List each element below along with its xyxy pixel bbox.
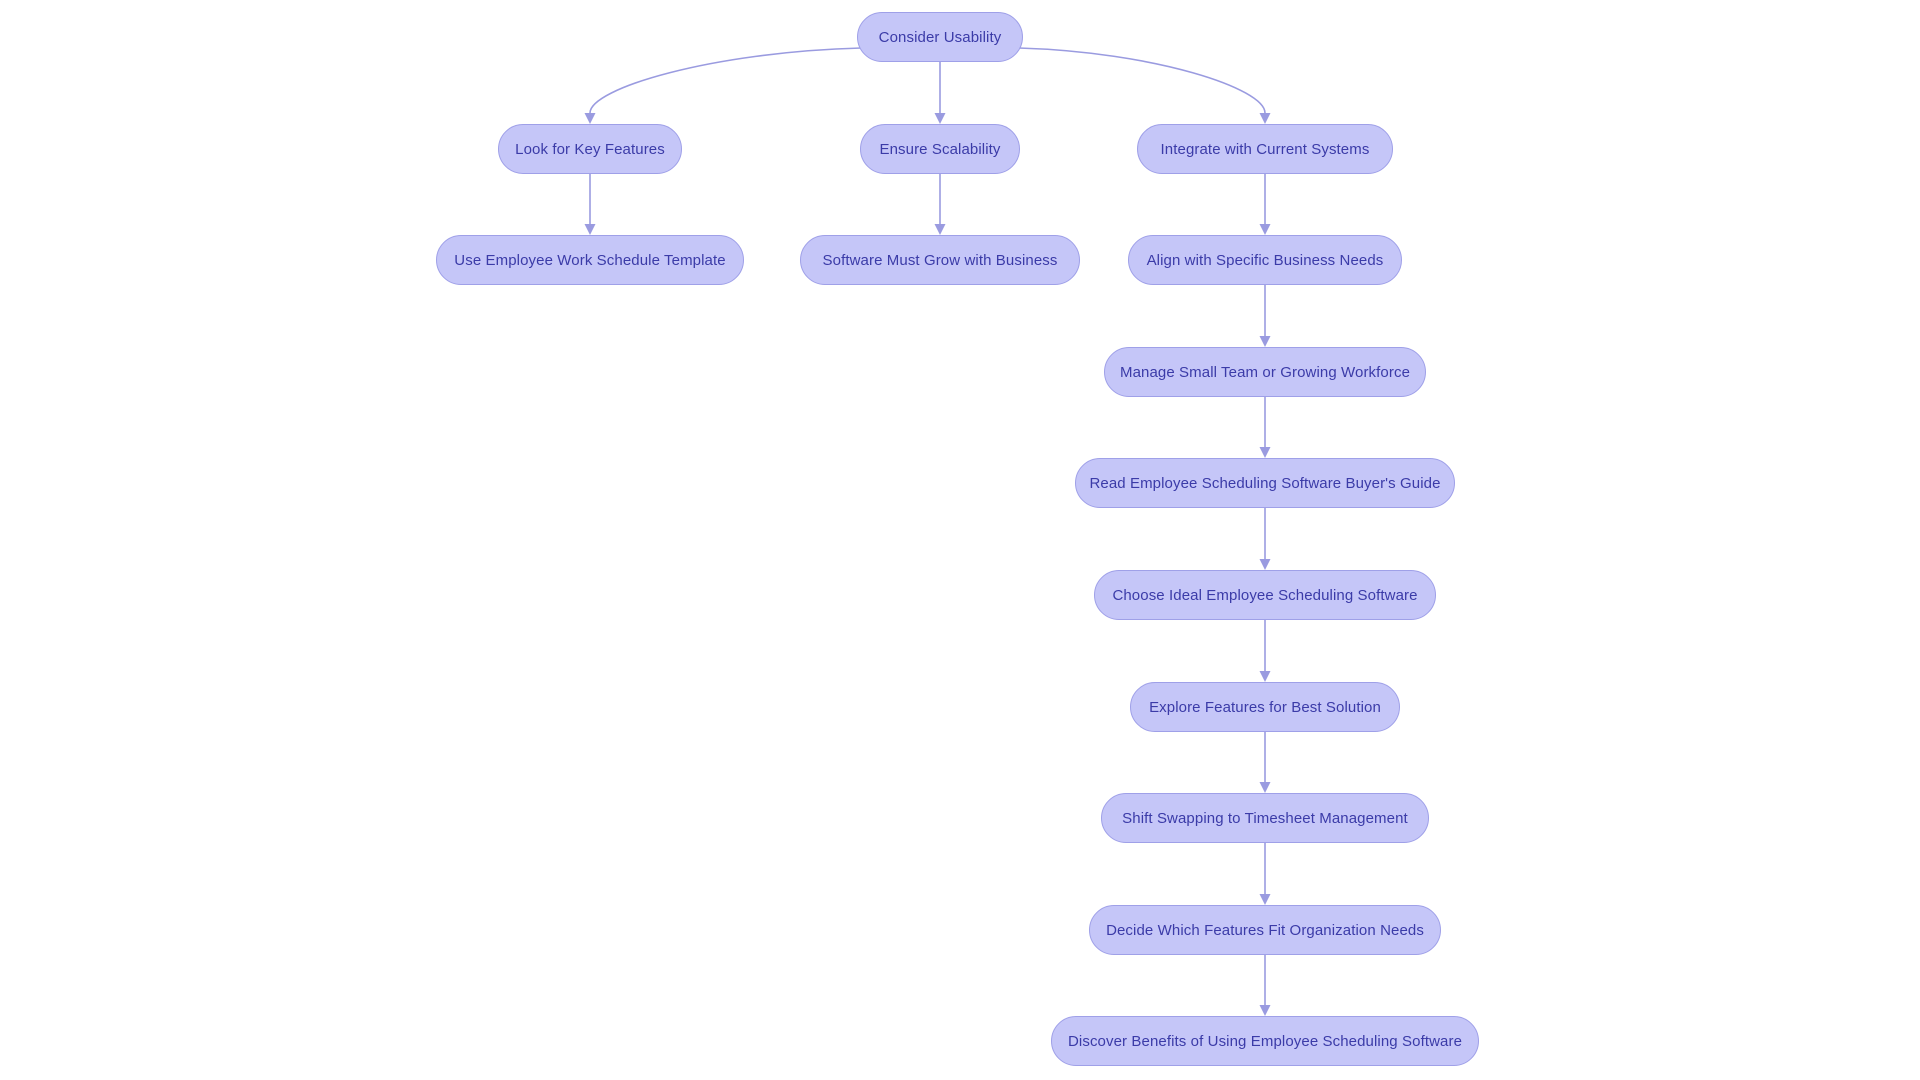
flow-node-label: Software Must Grow with Business	[822, 251, 1058, 269]
flow-node-integrate_current_systems[interactable]: Integrate with Current Systems	[1137, 124, 1393, 174]
flow-node-label: Use Employee Work Schedule Template	[454, 251, 726, 269]
flow-node-shift_swapping[interactable]: Shift Swapping to Timesheet Management	[1101, 793, 1429, 843]
flow-node-label: Choose Ideal Employee Scheduling Softwar…	[1112, 586, 1418, 604]
flow-node-label: Consider Usability	[878, 28, 1002, 46]
flow-node-decide_features_fit[interactable]: Decide Which Features Fit Organization N…	[1089, 905, 1441, 955]
flow-node-label: Manage Small Team or Growing Workforce	[1119, 363, 1411, 381]
flow-node-look_for_key_features[interactable]: Look for Key Features	[498, 124, 682, 174]
flow-node-label: Decide Which Features Fit Organization N…	[1106, 921, 1424, 939]
flow-node-label: Shift Swapping to Timesheet Management	[1122, 809, 1408, 827]
flow-node-label: Read Employee Scheduling Software Buyer'…	[1089, 474, 1441, 492]
flow-node-label: Explore Features for Best Solution	[1149, 698, 1381, 716]
flow-node-label: Ensure Scalability	[879, 140, 1001, 158]
flow-node-consider_usability[interactable]: Consider Usability	[857, 12, 1023, 62]
flow-node-label: Discover Benefits of Using Employee Sche…	[1067, 1032, 1463, 1050]
flow-node-read_buyers_guide[interactable]: Read Employee Scheduling Software Buyer'…	[1075, 458, 1455, 508]
flowchart-canvas: Consider Usability Look for Key Features E…	[0, 0, 1920, 1080]
flow-node-software_must_grow[interactable]: Software Must Grow with Business	[800, 235, 1080, 285]
flow-node-ensure_scalability[interactable]: Ensure Scalability	[860, 124, 1020, 174]
flow-node-label: Align with Specific Business Needs	[1146, 251, 1384, 269]
flow-node-use_work_schedule_template[interactable]: Use Employee Work Schedule Template	[436, 235, 744, 285]
flow-node-align_business_needs[interactable]: Align with Specific Business Needs	[1128, 235, 1402, 285]
flow-node-discover_benefits[interactable]: Discover Benefits of Using Employee Sche…	[1051, 1016, 1479, 1066]
node-layer: Consider Usability Look for Key Features E…	[0, 0, 1920, 1080]
flow-node-label: Integrate with Current Systems	[1160, 140, 1370, 158]
flow-node-manage_small_team[interactable]: Manage Small Team or Growing Workforce	[1104, 347, 1426, 397]
flow-node-explore_features[interactable]: Explore Features for Best Solution	[1130, 682, 1400, 732]
flow-node-choose_ideal_software[interactable]: Choose Ideal Employee Scheduling Softwar…	[1094, 570, 1436, 620]
flow-node-label: Look for Key Features	[515, 140, 665, 158]
